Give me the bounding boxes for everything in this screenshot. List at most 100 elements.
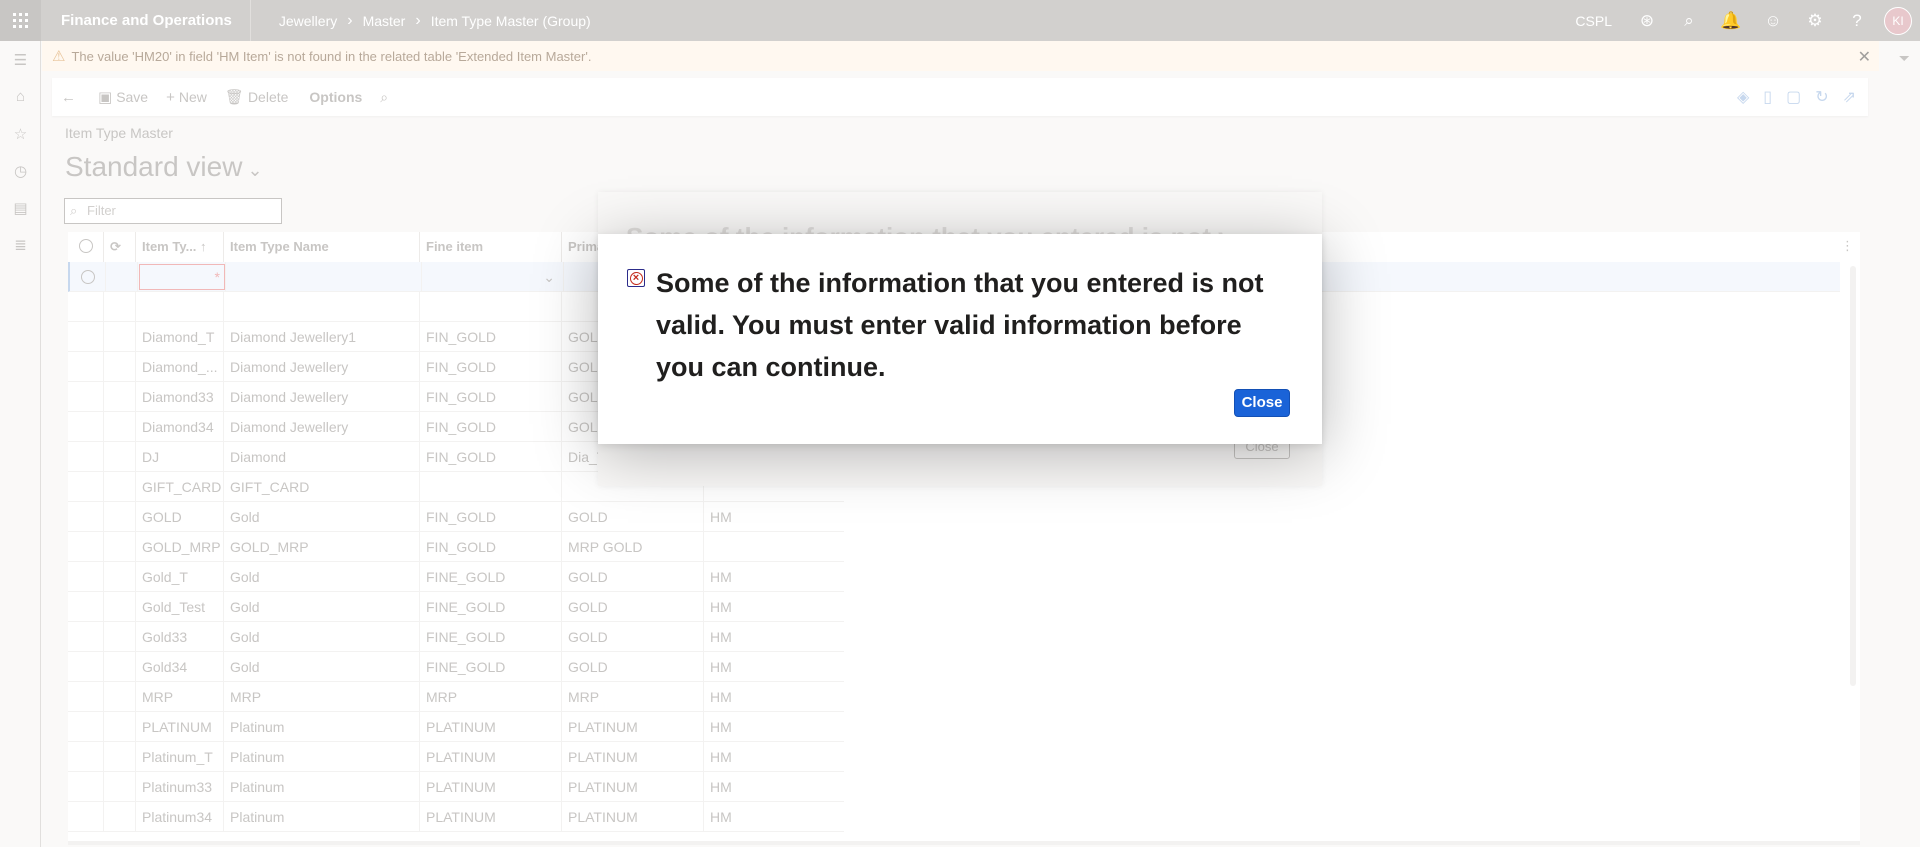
breadcrumb-jewellery[interactable]: Jewellery: [269, 13, 347, 29]
item-type-name-cell[interactable]: Gold: [224, 622, 420, 652]
table-row[interactable]: Platinum34 Platinum PLATINUM PLATINUM HM: [68, 802, 844, 832]
row-select[interactable]: [68, 682, 104, 712]
fine-item-cell[interactable]: FINE_GOLD: [420, 562, 562, 592]
fine-item-cell[interactable]: ⌄: [422, 262, 564, 292]
fine-item-cell[interactable]: FINE_GOLD: [420, 652, 562, 682]
primary-cell[interactable]: MRP: [562, 682, 704, 712]
primary-cell[interactable]: GOLD: [562, 592, 704, 622]
hamburger-menu-icon[interactable]: ☰: [0, 41, 41, 78]
item-type-cell[interactable]: PLATINUM: [136, 712, 224, 742]
fine-item-cell[interactable]: FIN_GOLD: [420, 502, 562, 532]
item-type-name-cell[interactable]: Gold: [224, 652, 420, 682]
item-type-name-cell[interactable]: Gold: [224, 592, 420, 622]
primary-cell[interactable]: PLATINUM: [562, 802, 704, 832]
open-new-window-icon[interactable]: ⇗: [1843, 87, 1856, 107]
app-launcher-icon[interactable]: [0, 0, 41, 41]
hm-item-cell[interactable]: HM: [704, 742, 842, 772]
options-button[interactable]: Options: [297, 89, 371, 105]
item-type-name-cell[interactable]: Platinum: [224, 772, 420, 802]
fine-item-cell[interactable]: FINE_GOLD: [420, 622, 562, 652]
copilot-icon[interactable]: ⊛: [1626, 0, 1668, 41]
item-type-name-cell[interactable]: MRP: [224, 682, 420, 712]
filter-input[interactable]: ⌕ Filter: [64, 198, 282, 224]
item-type-cell[interactable]: Gold34: [136, 652, 224, 682]
item-type-cell[interactable]: Gold_Test: [136, 592, 224, 622]
row-select[interactable]: [68, 592, 104, 622]
row-select[interactable]: [68, 652, 104, 682]
item-type-cell[interactable]: GIFT_CARD: [136, 472, 224, 502]
fine-item-cell[interactable]: FIN_GOLD: [420, 352, 562, 382]
item-type-name-cell[interactable]: [224, 292, 420, 322]
item-type-cell[interactable]: Diamond33: [136, 382, 224, 412]
fine-item-cell[interactable]: PLATINUM: [420, 772, 562, 802]
item-type-cell[interactable]: Platinum34: [136, 802, 224, 832]
home-icon[interactable]: ⌂: [0, 78, 41, 115]
row-select[interactable]: [68, 742, 104, 772]
hm-item-cell[interactable]: HM: [704, 682, 842, 712]
primary-cell[interactable]: GOLD: [562, 562, 704, 592]
fine-item-cell[interactable]: FIN_GOLD: [420, 382, 562, 412]
table-row[interactable]: Platinum33 Platinum PLATINUM PLATINUM HM: [68, 772, 844, 802]
hm-item-cell[interactable]: HM: [704, 622, 842, 652]
row-select[interactable]: [68, 412, 104, 442]
fine-item-cell[interactable]: PLATINUM: [420, 742, 562, 772]
item-type-name-cell[interactable]: Platinum: [224, 712, 420, 742]
row-select[interactable]: [68, 442, 104, 472]
row-select[interactable]: [68, 802, 104, 832]
table-row[interactable]: Platinum_T Platinum PLATINUM PLATINUM HM: [68, 742, 844, 772]
workspaces-icon[interactable]: ▤: [0, 189, 41, 226]
item-type-name-cell[interactable]: Diamond: [224, 442, 420, 472]
back-button[interactable]: ←: [52, 89, 89, 106]
item-type-cell[interactable]: Platinum_T: [136, 742, 224, 772]
primary-cell[interactable]: GOLD: [562, 652, 704, 682]
hm-item-cell[interactable]: HM: [704, 592, 842, 622]
row-select[interactable]: [68, 712, 104, 742]
item-type-name-cell[interactable]: Platinum: [224, 742, 420, 772]
hm-item-cell[interactable]: [704, 532, 842, 562]
row-select[interactable]: [68, 382, 104, 412]
grid-more-options-icon[interactable]: ⋮: [1841, 238, 1854, 254]
hm-item-cell[interactable]: HM: [704, 712, 842, 742]
item-type-cell[interactable]: Diamond_...: [136, 352, 224, 382]
notifications-icon[interactable]: 🔔: [1710, 0, 1752, 41]
item-type-cell[interactable]: [136, 292, 224, 322]
row-select[interactable]: [68, 532, 104, 562]
table-row[interactable]: Gold34 Gold FINE_GOLD GOLD HM: [68, 652, 844, 682]
fine-item-cell[interactable]: FIN_GOLD: [420, 442, 562, 472]
close-icon[interactable]: ✕: [1858, 47, 1871, 67]
row-select[interactable]: [68, 772, 104, 802]
fine-item-cell[interactable]: FINE_GOLD: [420, 592, 562, 622]
refresh-column-icon[interactable]: ⟳: [104, 232, 136, 262]
hm-item-cell[interactable]: HM: [704, 652, 842, 682]
fine-item-cell[interactable]: FIN_GOLD: [420, 532, 562, 562]
column-header-item-type[interactable]: Item Ty... ↑: [136, 232, 224, 262]
horizontal-scrollbar[interactable]: [68, 841, 1860, 845]
item-type-cell[interactable]: GOLD_MRP: [136, 532, 224, 562]
item-type-cell[interactable]: Diamond_T: [136, 322, 224, 352]
row-select[interactable]: [68, 502, 104, 532]
hm-item-cell[interactable]: HM: [704, 772, 842, 802]
item-type-name-cell[interactable]: GOLD_MRP: [224, 532, 420, 562]
row-select[interactable]: [68, 322, 104, 352]
vertical-scrollbar[interactable]: [1850, 266, 1856, 686]
item-type-name-cell[interactable]: Diamond Jewellery: [224, 352, 420, 382]
row-select[interactable]: [68, 622, 104, 652]
table-row[interactable]: Gold_Test Gold FINE_GOLD GOLD HM: [68, 592, 844, 622]
breadcrumb-item-type-master[interactable]: Item Type Master (Group): [421, 13, 601, 29]
primary-cell[interactable]: GOLD: [562, 502, 704, 532]
fine-item-cell[interactable]: MRP: [420, 682, 562, 712]
row-select[interactable]: [68, 352, 104, 382]
item-type-cell[interactable]: *: [138, 262, 226, 292]
attachments-icon[interactable]: ▢: [1786, 87, 1801, 107]
save-button[interactable]: ▣ Save: [89, 88, 157, 106]
column-header-item-type-name[interactable]: Item Type Name: [224, 232, 420, 262]
item-type-name-cell[interactable]: Platinum: [224, 802, 420, 832]
fine-item-cell[interactable]: [420, 472, 562, 502]
powerapps-icon[interactable]: ◈: [1737, 87, 1749, 107]
feedback-smiley-icon[interactable]: ☺: [1752, 0, 1794, 41]
table-row[interactable]: Gold33 Gold FINE_GOLD GOLD HM: [68, 622, 844, 652]
item-type-name-cell[interactable]: Gold: [224, 562, 420, 592]
row-select[interactable]: [70, 262, 106, 292]
table-row[interactable]: GOLD Gold FIN_GOLD GOLD HM: [68, 502, 844, 532]
item-type-input[interactable]: *: [139, 264, 225, 290]
